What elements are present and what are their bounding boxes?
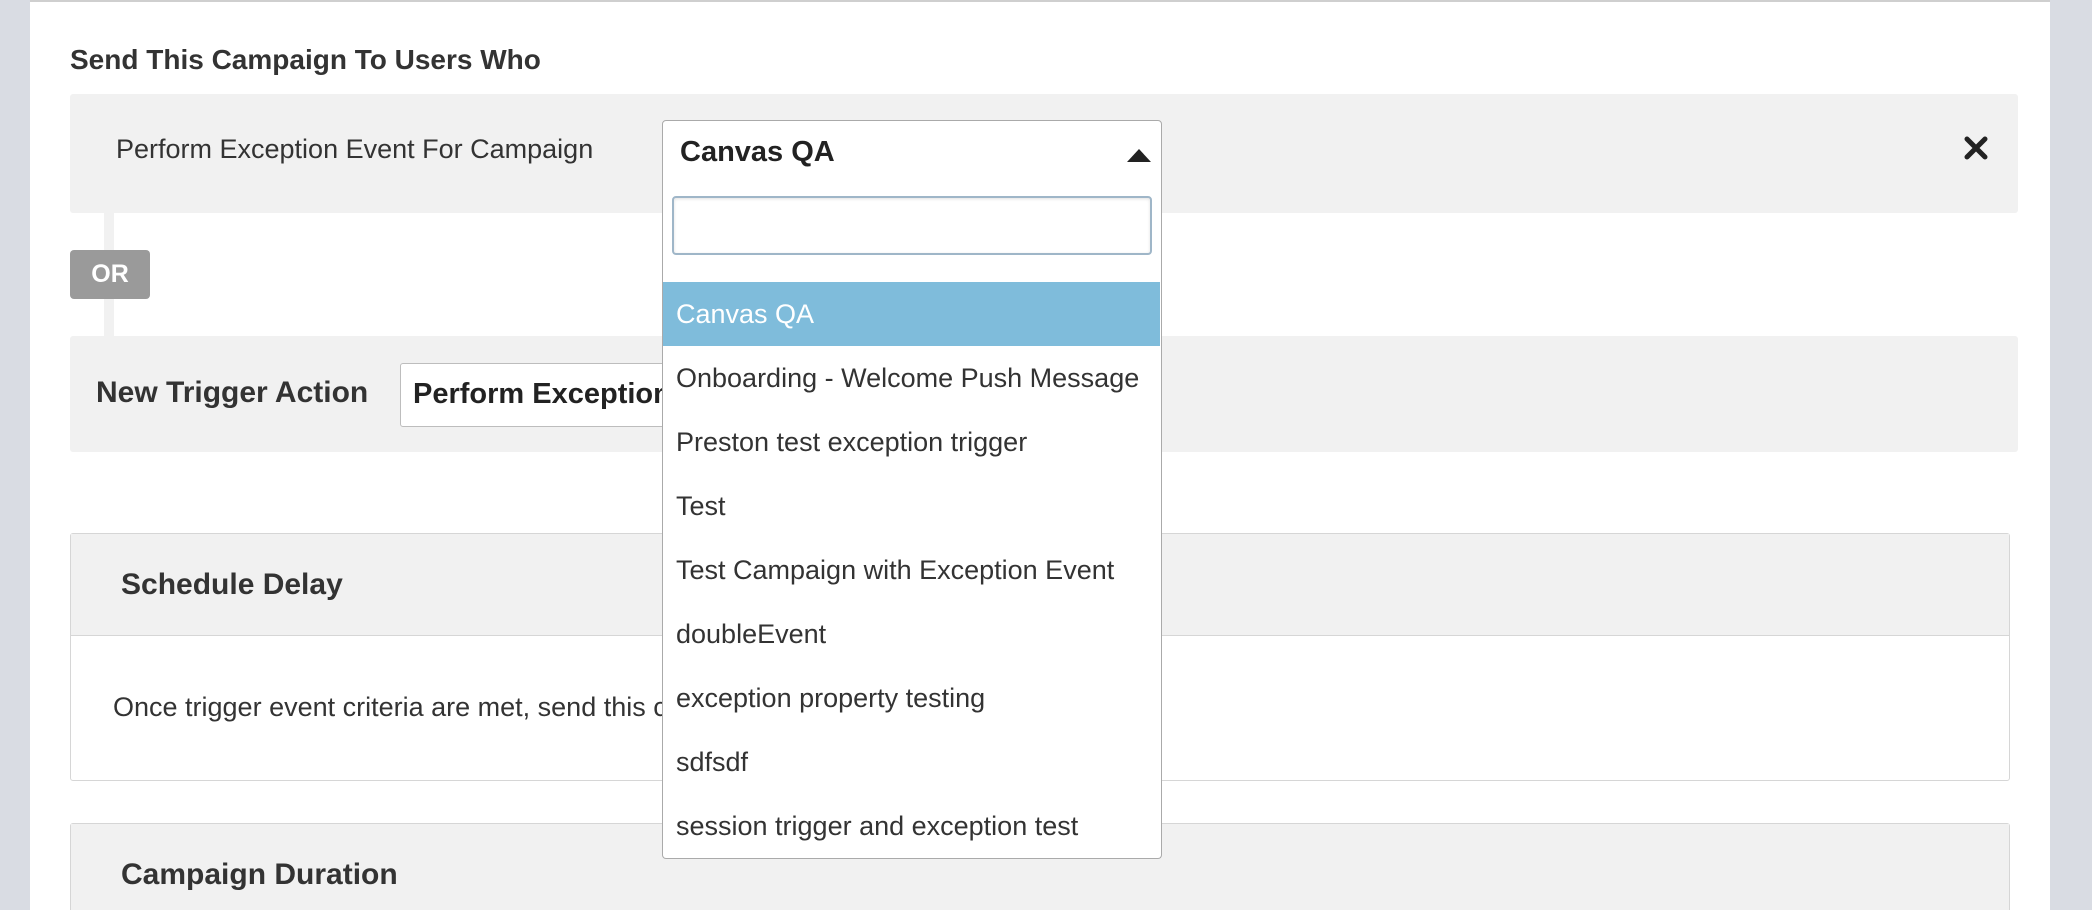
new-trigger-action-select[interactable]: Perform Exception [400,363,700,427]
caret-up-icon [1127,149,1151,162]
campaign-option-list: Canvas QA Onboarding - Welcome Push Messa… [663,282,1160,858]
new-trigger-label: New Trigger Action [96,376,369,409]
campaign-option[interactable]: Test Campaign with Exception Event [663,538,1160,602]
or-badge: OR [70,250,150,299]
campaign-option[interactable]: Canvas QA [663,282,1160,346]
campaign-option[interactable]: session trigger and exception test [663,794,1160,858]
campaign-select[interactable]: Canvas QA [662,120,1162,187]
campaign-option[interactable]: exception property testing [663,666,1160,730]
campaign-option[interactable]: Onboarding - Welcome Push Message [663,346,1160,410]
campaign-option[interactable]: doubleEvent [663,602,1160,666]
campaign-option[interactable]: Preston test exception trigger [663,410,1160,474]
campaign-option[interactable]: Test [663,474,1160,538]
campaign-option[interactable]: sdfsdf [663,730,1160,794]
close-icon[interactable] [1960,132,1992,164]
dropdown-search-input[interactable] [672,196,1152,255]
section-heading: Send This Campaign To Users Who [70,44,541,75]
campaign-dropdown: Canvas QA Onboarding - Welcome Push Messa… [662,186,1162,859]
trigger-label: Perform Exception Event For Campaign [116,134,594,164]
campaign-select-value: Canvas QA [680,136,835,168]
